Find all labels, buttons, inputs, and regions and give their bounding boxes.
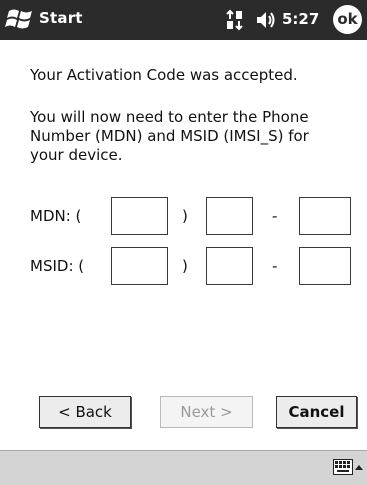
msid-label: MSID: (	[30, 257, 85, 275]
msid-line-number-field[interactable]	[299, 247, 351, 285]
ok-button[interactable]: ok	[333, 5, 362, 34]
clock[interactable]: 5:27	[282, 10, 319, 28]
mdn-label: MDN: (	[30, 207, 82, 225]
msid-dash: -	[272, 257, 278, 275]
input-menu-arrow-icon[interactable]	[354, 460, 364, 474]
volume-icon[interactable]	[256, 11, 276, 29]
start-label[interactable]: Start	[39, 9, 83, 27]
network-icon[interactable]	[225, 9, 245, 31]
next-button: Next >	[160, 396, 253, 428]
title-bar: Start 5:27 ok	[0, 0, 367, 40]
mdn-line-number-field[interactable]	[299, 197, 351, 235]
mdn-close-paren: )	[182, 207, 188, 225]
keyboard-icon[interactable]	[333, 459, 353, 475]
msid-prefix-field[interactable]	[206, 247, 253, 285]
mdn-row: MDN: ( ) -	[0, 197, 367, 237]
accepted-message: Your Activation Code was accepted.	[30, 66, 298, 84]
msid-area-code-field[interactable]	[111, 247, 168, 285]
instruction-message: You will now need to enter the Phone Num…	[30, 108, 309, 164]
mdn-area-code-field[interactable]	[111, 197, 168, 235]
mdn-prefix-field[interactable]	[206, 197, 253, 235]
mdn-dash: -	[272, 207, 278, 225]
windows-flag-icon[interactable]	[5, 5, 35, 33]
back-button[interactable]: < Back	[39, 396, 131, 428]
cancel-button[interactable]: Cancel	[276, 396, 357, 428]
msid-row: MSID: ( ) -	[0, 247, 367, 287]
msid-close-paren: )	[182, 257, 188, 275]
menu-bar	[0, 450, 367, 485]
